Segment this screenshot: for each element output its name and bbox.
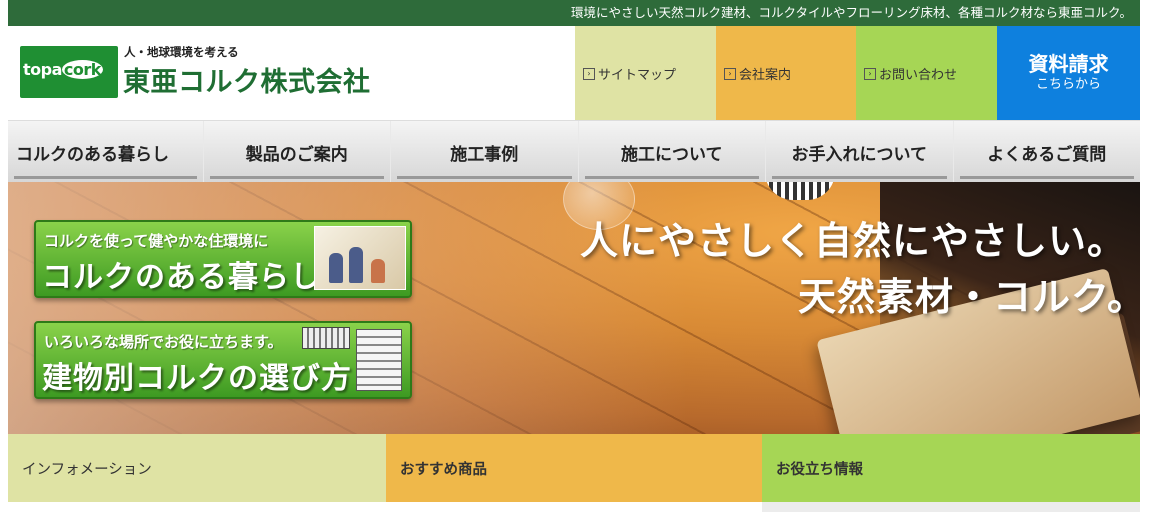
header-link-contact[interactable]: › お問い合わせ bbox=[856, 26, 997, 120]
arrow-box-icon: › bbox=[864, 68, 876, 80]
logo-mark-text: topa cork bbox=[23, 60, 103, 79]
arrow-box-icon: › bbox=[724, 68, 736, 80]
person-figure bbox=[349, 247, 363, 283]
banner-cork-living-subtitle: コルクを使って健やかな住環境に bbox=[44, 232, 269, 250]
nav-item-cork-living[interactable]: コルクのある暮らし bbox=[8, 121, 204, 183]
recommended-heading: おすすめ商品 bbox=[386, 434, 762, 502]
header-link-sitemap-label: サイトマップ bbox=[598, 67, 677, 83]
topacork-logo-mark: topa cork bbox=[20, 46, 118, 98]
hero-slogan-line2: 天然素材・コルク。 bbox=[798, 274, 1140, 319]
logo-mark-topa: topa bbox=[23, 60, 62, 79]
header-link-company-label: 会社案内 bbox=[739, 67, 792, 83]
arrow-box-icon: › bbox=[583, 68, 595, 80]
site-logo[interactable]: topa cork 人・地球環境を考える 東亜コルク株式会社 bbox=[20, 44, 400, 104]
request-materials-button[interactable]: 資料請求 こちらから bbox=[997, 26, 1140, 120]
hero-banner: 人にやさしく自然にやさしい。 天然素材・コルク。 コルクを使って健やかな住環境に… bbox=[8, 182, 1140, 434]
useful-info-column: お役立ち情報 bbox=[762, 434, 1140, 512]
header-link-company[interactable]: › 会社案内 bbox=[716, 26, 856, 120]
header-link-sitemap[interactable]: › サイトマップ bbox=[575, 26, 716, 120]
content-columns: インフォメーション おすすめ商品 お役立ち情報 bbox=[8, 434, 1140, 512]
hero-slogan-line1: 人にやさしく自然にやさしい。 bbox=[580, 218, 1127, 263]
banner-building-guide-title: 建物別コルクの選び方 bbox=[42, 361, 352, 396]
banner-cork-living[interactable]: コルクを使って健やかな住環境に コルクのある暮らし bbox=[34, 220, 412, 298]
nav-item-installation[interactable]: 施工について bbox=[579, 121, 766, 183]
person-figure bbox=[371, 259, 385, 283]
header-link-contact-label: お問い合わせ bbox=[879, 67, 958, 83]
request-main-label: 資料請求 bbox=[1028, 52, 1109, 76]
building-icon bbox=[356, 329, 402, 391]
banner-building-guide[interactable]: いろいろな場所でお役に立ちます。 建物別コルクの選び方 bbox=[34, 321, 412, 399]
nav-item-maintenance[interactable]: お手入れについて bbox=[766, 121, 954, 183]
info-column: インフォメーション bbox=[8, 434, 386, 512]
person-figure bbox=[329, 253, 343, 283]
request-sub-label: こちらから bbox=[1035, 77, 1101, 92]
top-tagline-bar: 環境にやさしい天然コルク建材、コルクタイルやフローリング床材、各種コルク材なら東… bbox=[8, 0, 1140, 26]
nav-item-case-studies[interactable]: 施工事例 bbox=[391, 121, 579, 183]
nav-item-products[interactable]: 製品のご案内 bbox=[204, 121, 391, 183]
site-tagline: 環境にやさしい天然コルク建材、コルクタイルやフローリング床材、各種コルク材なら東… bbox=[570, 5, 1132, 20]
banner-cork-living-title: コルクのある暮らし bbox=[42, 260, 321, 295]
info-heading: インフォメーション bbox=[8, 434, 386, 502]
recommended-column: おすすめ商品 bbox=[386, 434, 762, 512]
family-photo bbox=[314, 226, 406, 290]
useful-info-heading: お役立ち情報 bbox=[762, 434, 1140, 502]
banner-building-guide-subtitle: いろいろな場所でお役に立ちます。 bbox=[44, 333, 283, 351]
site-header: topa cork 人・地球環境を考える 東亜コルク株式会社 › サイトマップ ›… bbox=[8, 26, 1140, 120]
hero-cup-image bbox=[765, 182, 835, 200]
house-icon bbox=[302, 327, 350, 349]
nav-item-faq[interactable]: よくあるご質問 bbox=[954, 121, 1141, 183]
logo-mark-cork: cork bbox=[61, 60, 103, 79]
company-name: 東亜コルク株式会社 bbox=[123, 67, 371, 98]
main-navigation: コルクのある暮らし 製品のご案内 施工事例 施工について お手入れについて よく… bbox=[8, 120, 1140, 183]
logo-tagline: 人・地球環境を考える bbox=[124, 45, 239, 59]
